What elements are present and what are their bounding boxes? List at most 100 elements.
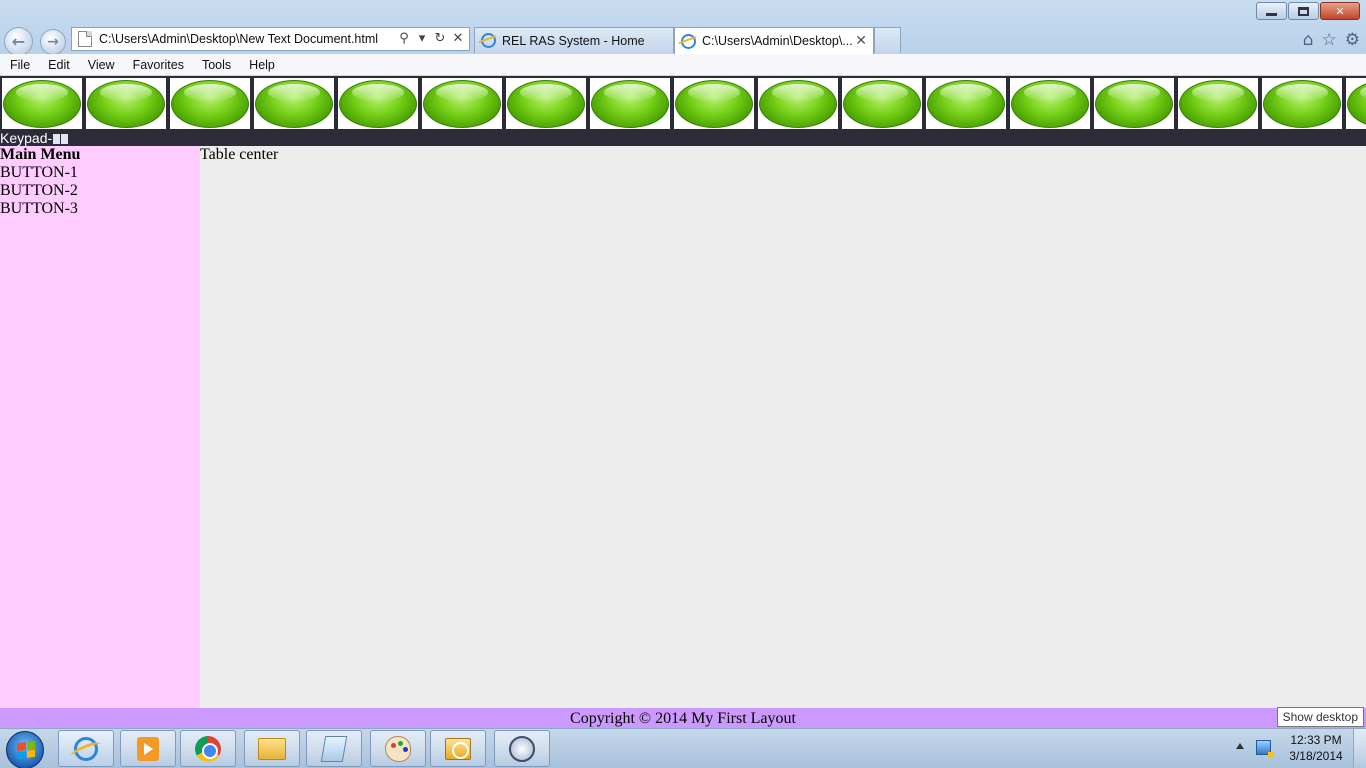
taskbar-internet-explorer[interactable]	[58, 730, 114, 767]
green-oval-button[interactable]	[590, 78, 670, 129]
placeholder-glyph-icon	[53, 134, 61, 144]
taskbar-chrome[interactable]	[180, 730, 236, 767]
keypad-bar: Keypad-	[0, 131, 1366, 146]
forward-button[interactable]: →	[40, 29, 66, 55]
close-window-button[interactable]: ✕	[1320, 2, 1360, 20]
green-oval-button[interactable]	[422, 78, 502, 129]
stop-icon[interactable]: ✕	[451, 31, 465, 46]
green-oval-row	[2, 78, 1366, 129]
menu-view[interactable]: View	[78, 58, 123, 72]
show-desktop-button[interactable]	[1353, 729, 1366, 768]
menu-tools[interactable]: Tools	[192, 58, 239, 72]
gear-icon[interactable]: ⚙	[1345, 30, 1360, 50]
taskbar-paint[interactable]	[370, 730, 426, 767]
green-oval-button[interactable]	[254, 78, 334, 129]
address-bar[interactable]: C:\Users\Admin\Desktop\New Text Document…	[71, 27, 470, 51]
green-oval-button[interactable]	[758, 78, 838, 129]
menu-bar: File Edit View Favorites Tools Help	[0, 54, 1366, 76]
refresh-icon[interactable]: ↻	[433, 31, 447, 46]
green-oval-button[interactable]	[2, 78, 82, 129]
green-oval-icon	[1011, 79, 1089, 128]
green-oval-icon	[927, 79, 1005, 128]
green-oval-button[interactable]	[1010, 78, 1090, 129]
sidebar-item-button-3[interactable]: BUTTON-3	[0, 200, 200, 218]
show-desktop-tooltip: Show desktop	[1276, 707, 1364, 727]
green-oval-icon	[87, 79, 165, 128]
restore-button[interactable]	[1288, 2, 1319, 20]
sidebar-item-button-2[interactable]: BUTTON-2	[0, 182, 200, 200]
navigation-row: ← → C:\Users\Admin\Desktop\New Text Docu…	[0, 26, 1366, 56]
dropdown-arrow-icon[interactable]: ▾	[415, 31, 429, 46]
green-oval-button[interactable]	[842, 78, 922, 129]
taskbar: 12:33 PM 3/18/2014	[0, 728, 1366, 768]
green-oval-button[interactable]	[1346, 78, 1366, 129]
green-oval-button[interactable]	[506, 78, 586, 129]
sidebar-item-button-1[interactable]: BUTTON-1	[0, 164, 200, 182]
green-oval-button[interactable]	[86, 78, 166, 129]
green-oval-icon	[1347, 79, 1366, 128]
clock[interactable]: 12:33 PM 3/18/2014	[1284, 732, 1348, 764]
favorites-star-icon[interactable]: ☆	[1322, 30, 1337, 50]
minimize-button[interactable]	[1256, 2, 1287, 20]
forward-arrow-icon: →	[47, 34, 59, 50]
tab-label: C:\Users\Admin\Desktop\...	[702, 34, 853, 48]
green-oval-icon	[843, 79, 921, 128]
media-player-icon	[137, 736, 159, 761]
network-icon[interactable]	[1256, 740, 1274, 758]
taskbar-file-explorer[interactable]	[244, 730, 300, 767]
green-oval-icon	[171, 79, 249, 128]
green-oval-button[interactable]	[1178, 78, 1258, 129]
menu-favorites[interactable]: Favorites	[123, 58, 192, 72]
green-oval-button[interactable]	[1094, 78, 1174, 129]
green-oval-icon	[1095, 79, 1173, 128]
clock-date: 3/18/2014	[1289, 749, 1343, 763]
green-oval-button[interactable]	[170, 78, 250, 129]
menu-file[interactable]: File	[0, 58, 38, 72]
main-text: Table center	[200, 146, 279, 163]
green-oval-button[interactable]	[926, 78, 1006, 129]
green-oval-icon	[1179, 79, 1257, 128]
close-icon: ✕	[1335, 4, 1345, 18]
green-oval-button[interactable]	[338, 78, 418, 129]
taskbar-media-player[interactable]	[120, 730, 176, 767]
taskbar-outlook[interactable]	[430, 730, 486, 767]
tab-rel-ras-home[interactable]: REL RAS System - Home	[474, 27, 674, 53]
taskbar-virtualbox[interactable]	[494, 730, 550, 767]
internet-explorer-icon	[74, 736, 98, 761]
tray-expand-icon[interactable]	[1236, 743, 1244, 749]
green-oval-icon	[591, 79, 669, 128]
ie-favicon-icon	[681, 33, 696, 49]
sidebar: Main Menu BUTTON-1 BUTTON-2 BUTTON-3	[0, 146, 200, 708]
minimize-icon	[1266, 12, 1277, 16]
copyright-text: Copyright © 2014 My First Layout	[570, 710, 796, 727]
toolbar-icons: ⌂ ☆ ⚙	[1303, 30, 1360, 50]
browser-chrome: ✕ ← → C:\Users\Admin\Desktop\New Text Do…	[0, 0, 1366, 76]
start-button[interactable]	[6, 731, 44, 768]
clock-time: 12:33 PM	[1290, 733, 1342, 747]
menu-help[interactable]: Help	[239, 58, 283, 72]
back-arrow-icon: ←	[11, 32, 26, 51]
tab-new-text-document[interactable]: C:\Users\Admin\Desktop\... ✕	[674, 27, 874, 54]
home-icon[interactable]: ⌂	[1303, 30, 1314, 50]
taskbar-notepad[interactable]	[306, 730, 362, 767]
green-oval-icon	[675, 79, 753, 128]
tab-close-icon[interactable]: ✕	[855, 32, 867, 49]
placeholder-glyph-icon	[61, 134, 69, 144]
keypad-label: Keypad-	[0, 130, 53, 146]
main-area: Table center	[200, 146, 1366, 708]
keypad-banner	[0, 76, 1366, 131]
green-oval-icon	[507, 79, 585, 128]
address-url[interactable]: C:\Users\Admin\Desktop\New Text Document…	[99, 32, 399, 46]
page-icon	[78, 31, 92, 47]
green-oval-button[interactable]	[674, 78, 754, 129]
footer: Copyright © 2014 My First Layout	[0, 708, 1366, 728]
outlook-icon	[445, 737, 471, 760]
green-oval-icon	[339, 79, 417, 128]
search-icon[interactable]: ⚲	[397, 31, 411, 46]
paint-palette-icon	[385, 735, 411, 762]
new-tab-button[interactable]	[874, 27, 901, 53]
sidebar-title: Main Menu	[0, 146, 81, 163]
menu-edit[interactable]: Edit	[38, 58, 78, 72]
green-oval-button[interactable]	[1262, 78, 1342, 129]
back-button[interactable]: ←	[4, 27, 33, 56]
